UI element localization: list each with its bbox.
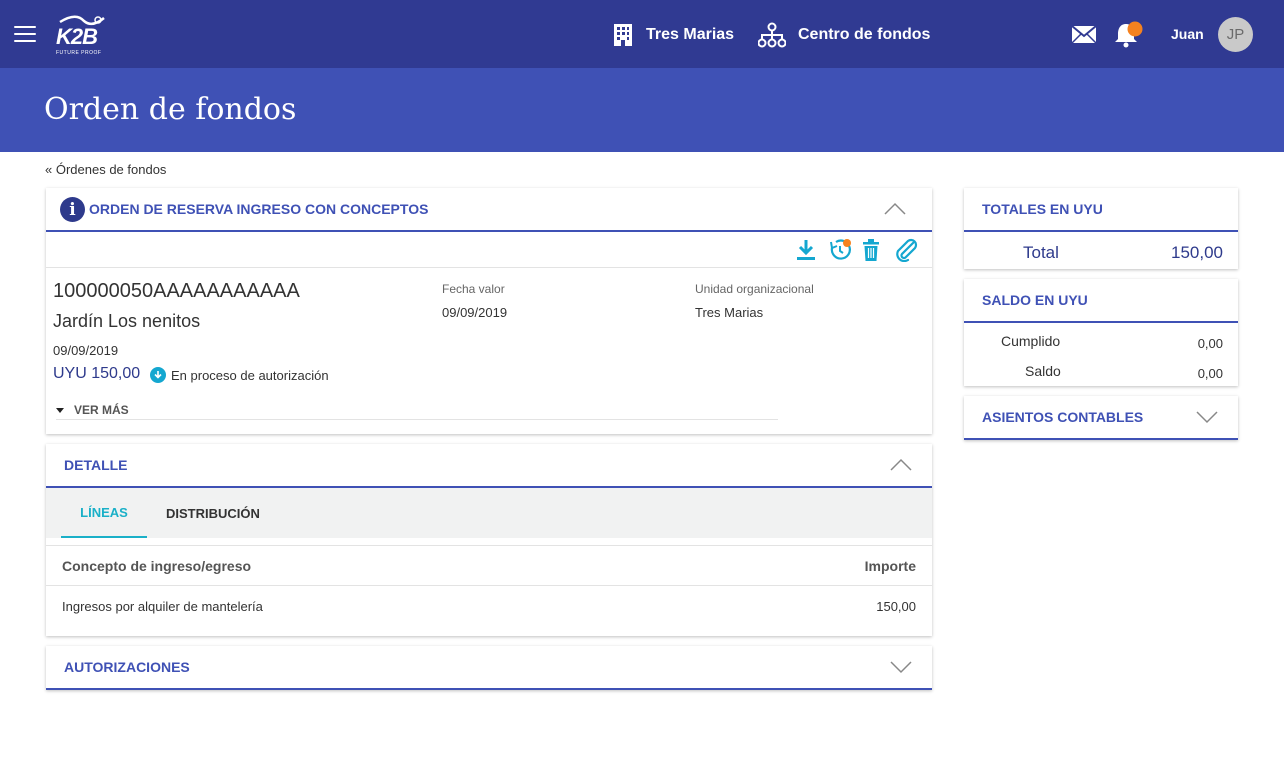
saldo-card-header: SALDO EN UYU [964, 279, 1238, 323]
autorizaciones-card-header[interactable]: AUTORIZACIONES [46, 646, 932, 690]
order-status-text: En proceso de autorización [171, 367, 329, 383]
download-icon[interactable] [795, 238, 817, 262]
table-header-divider [46, 585, 932, 586]
row-concepto: Ingresos por alquiler de mantelería [62, 599, 263, 614]
detalle-card-header[interactable]: DETALLE [46, 444, 932, 488]
order-name: Jardín Los nenitos [53, 311, 201, 331]
hierarchy-icon [758, 22, 786, 48]
tab-lineas[interactable]: LÍNEAS [61, 488, 147, 538]
fecha-valor-value: 09/09/2019 [442, 305, 508, 320]
table-top-divider [46, 545, 932, 546]
order-card-title: ORDEN DE RESERVA INGRESO CON CONCEPTOS [89, 201, 429, 217]
unidad-label: Unidad organizacional [695, 282, 814, 296]
chevron-down-icon[interactable] [890, 660, 912, 674]
total-label: Total [1023, 243, 1059, 262]
order-date: 09/09/2019 [53, 343, 119, 358]
autorizaciones-card[interactable]: AUTORIZACIONES [46, 646, 932, 690]
saldo-card: SALDO EN UYU Cumplido 0,00 Saldo 0,00 [964, 279, 1238, 386]
caret-down-icon [56, 407, 64, 413]
order-card-header[interactable]: i ORDEN DE RESERVA INGRESO CON CONCEPTOS [46, 188, 932, 232]
nav-company-label: Tres Marias [646, 26, 735, 43]
info-icon: i [60, 197, 85, 222]
ver-mas-divider [56, 419, 778, 420]
notifications-icon[interactable] [1113, 20, 1145, 51]
menu-icon[interactable] [14, 26, 36, 42]
user-name[interactable]: Juan [1171, 26, 1204, 42]
page-title: Orden de fondos [44, 92, 297, 127]
fecha-valor-label: Fecha valor [442, 282, 505, 296]
detalle-card-title: DETALLE [64, 457, 128, 473]
avatar[interactable]: JP [1218, 17, 1253, 52]
mail-icon[interactable] [1071, 25, 1097, 47]
row-importe: 150,00 [876, 599, 916, 614]
order-status: En proceso de autorización [150, 367, 329, 383]
autorizaciones-card-title: AUTORIZACIONES [64, 659, 190, 675]
chevron-up-icon[interactable] [884, 202, 906, 216]
logo-tagline: FUTURE PROOF [56, 50, 102, 56]
nav-company[interactable]: Tres Marias [612, 22, 734, 48]
ver-mas-label: VER MÁS [74, 403, 129, 417]
k2b-logo[interactable]: K2B FUTURE PROOF [54, 14, 110, 58]
asientos-card[interactable]: ASIENTOS CONTABLES [964, 396, 1238, 440]
unidad-value: Tres Marias [695, 305, 764, 320]
saldo-card-title: SALDO EN UYU [982, 292, 1088, 308]
history-icon[interactable] [828, 238, 851, 262]
nav-fund-center[interactable]: Centro de fondos [758, 22, 930, 48]
order-amount: UYU 150,00 [53, 365, 141, 382]
saldo-value: 0,00 [1197, 366, 1223, 381]
top-bar: K2B FUTURE PROOF Tres Marias Centro de f… [0, 0, 1284, 68]
totales-card: TOTALES EN UYU Total 150,00 [964, 188, 1238, 269]
order-card: i ORDEN DE RESERVA INGRESO CON CONCEPTOS [46, 188, 932, 434]
chevron-down-icon[interactable] [1196, 410, 1218, 424]
logo-text: K2B [56, 24, 98, 49]
order-divider [46, 267, 932, 268]
title-band: Orden de fondos [0, 68, 1284, 152]
order-toolbar [795, 238, 918, 263]
col-concepto-header[interactable]: Concepto de ingreso/egreso [62, 558, 251, 574]
totales-card-title: TOTALES EN UYU [982, 201, 1103, 217]
order-number: 100000050AAAAAAAAAAA [53, 280, 300, 302]
ver-mas-toggle[interactable]: VER MÁS [56, 403, 129, 417]
cumplido-label: Cumplido [1001, 333, 1061, 349]
asientos-card-title: ASIENTOS CONTABLES [982, 409, 1144, 425]
nav-fund-center-label: Centro de fondos [798, 26, 931, 43]
status-download-icon [150, 367, 166, 383]
attach-icon[interactable] [894, 238, 918, 263]
totales-card-header: TOTALES EN UYU [964, 188, 1238, 232]
tab-distribucion[interactable]: DISTRIBUCIÓN [166, 488, 260, 538]
trash-icon[interactable] [861, 238, 883, 262]
breadcrumb[interactable]: « Órdenes de fondos [45, 162, 166, 177]
asientos-card-header[interactable]: ASIENTOS CONTABLES [964, 396, 1238, 440]
detalle-tabs: LÍNEAS DISTRIBUCIÓN [46, 488, 932, 538]
detalle-card: DETALLE LÍNEAS DISTRIBUCIÓN Concepto de … [46, 444, 932, 636]
cumplido-value: 0,00 [1197, 336, 1223, 351]
col-importe-header[interactable]: Importe [865, 558, 916, 574]
saldo-label: Saldo [1025, 363, 1061, 379]
chevron-up-icon[interactable] [890, 458, 912, 472]
total-value: 150,00 [1171, 243, 1223, 262]
building-icon [614, 24, 632, 46]
